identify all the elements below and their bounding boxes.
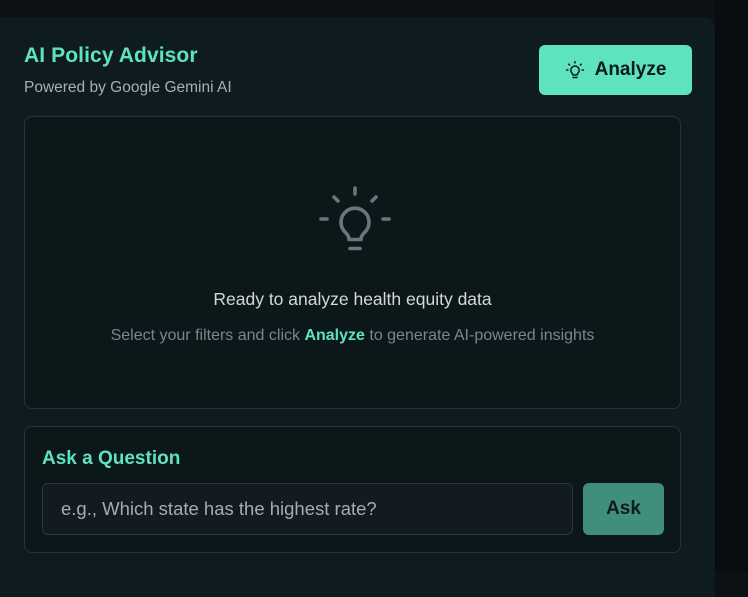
lightbulb-icon [565, 60, 584, 79]
ask-question-section: Ask a Question Ask [24, 426, 681, 553]
hint-text-before: Select your filters and click [110, 327, 305, 344]
ask-question-title: Ask a Question [42, 448, 181, 469]
hint-analyze-highlight: Analyze [304, 327, 365, 344]
analysis-empty-state: Ready to analyze health equity data Sele… [24, 116, 681, 409]
question-input[interactable] [42, 483, 573, 535]
ask-button[interactable]: Ask [583, 483, 664, 535]
background-strip [715, 0, 748, 573]
lightbulb-icon [319, 186, 391, 251]
empty-state-hint: Select your filters and click Analyze to… [25, 327, 680, 345]
analyze-button-label: Analyze [594, 59, 667, 80]
panel-title: AI Policy Advisor [24, 44, 198, 67]
analyze-button[interactable]: Analyze [539, 45, 692, 95]
hint-text-after: to generate AI-powered insights [364, 327, 595, 344]
empty-state-heading: Ready to analyze health equity data [213, 289, 492, 309]
panel-subtitle: Powered by Google Gemini AI [24, 79, 232, 96]
